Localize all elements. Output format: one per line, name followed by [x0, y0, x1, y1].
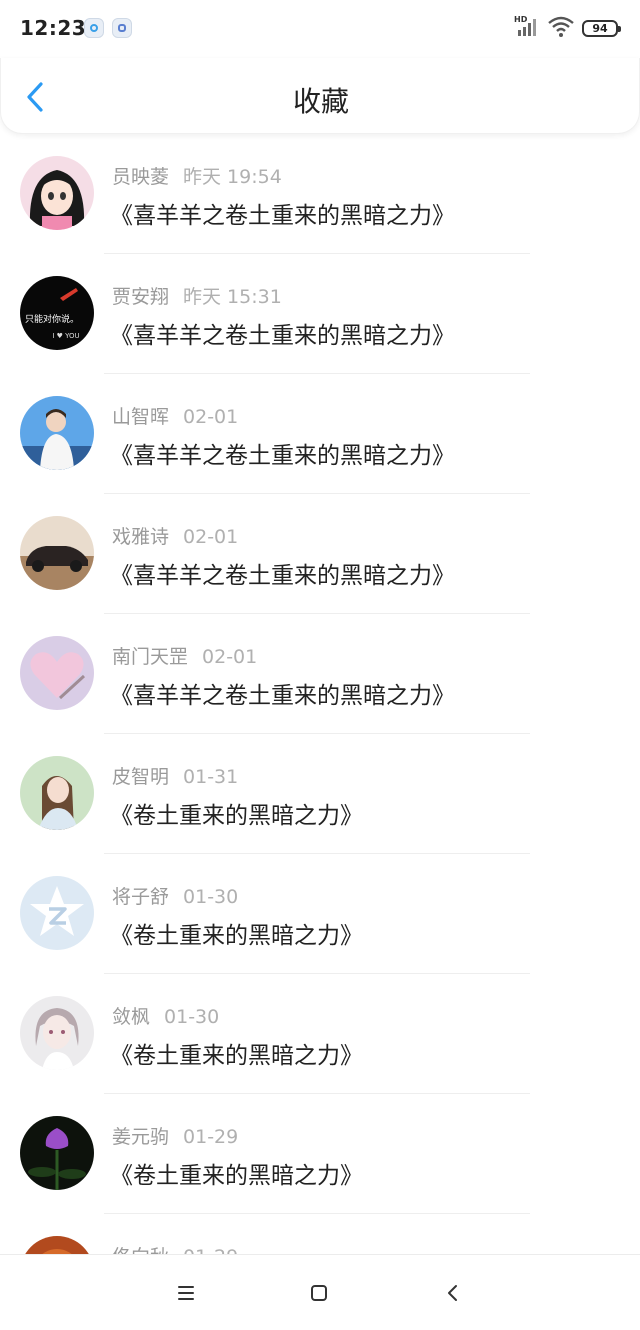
item-time: 昨天 19:54 — [183, 166, 282, 188]
item-title: 《卷土重来的黑暗之力》 — [110, 803, 363, 829]
item-title: 《喜羊羊之卷土重来的黑暗之力》 — [110, 323, 455, 349]
item-meta: 将子舒 01-30 — [112, 882, 238, 909]
list-item[interactable]: 员映菱 昨天 19:54 《喜羊羊之卷土重来的黑暗之力》 — [0, 134, 640, 254]
list-item[interactable]: 佟向秋 01-29 — [0, 1214, 640, 1254]
menu-icon[interactable] — [172, 1279, 200, 1307]
item-title: 《喜羊羊之卷土重来的黑暗之力》 — [110, 203, 455, 229]
page-title: 收藏 — [292, 85, 349, 118]
user-name: 贾安翔 — [112, 286, 170, 308]
user-name: 山智晖 — [112, 406, 170, 428]
list-item[interactable]: 敛枫 01-30 《卷土重来的黑暗之力》 — [0, 974, 640, 1094]
favorites-list: 员映菱 昨天 19:54 《喜羊羊之卷土重来的黑暗之力》 只能对你说。 I ♥ Y… — [0, 134, 640, 1254]
item-title: 《喜羊羊之卷土重来的黑暗之力》 — [110, 683, 455, 709]
default-star-avatar[interactable] — [20, 876, 94, 950]
purple-lotus-avatar[interactable] — [20, 1116, 94, 1190]
list-item[interactable]: 将子舒 01-30 《卷土重来的黑暗之力》 — [0, 854, 640, 974]
black-text-avatar[interactable]: 只能对你说。 I ♥ YOU — [20, 276, 94, 350]
item-time: 01-29 — [183, 1126, 239, 1148]
item-meta: 佟向秋 01-29 — [112, 1242, 238, 1254]
item-time: 01-29 — [183, 1246, 238, 1254]
item-time: 01-30 — [183, 886, 239, 908]
avatar-subtext: I ♥ YOU — [52, 332, 79, 340]
list-item[interactable]: 姜元驹 01-29 《卷土重来的黑暗之力》 — [0, 1094, 640, 1214]
user-name: 将子舒 — [112, 886, 170, 908]
user-name: 皮智明 — [112, 766, 170, 788]
list-item[interactable]: 只能对你说。 I ♥ YOU 贾安翔 昨天 15:31 《喜羊羊之卷土重来的黑暗之… — [0, 254, 640, 374]
signal-icon: HD — [514, 15, 538, 36]
item-meta: 戏雅诗 02-01 — [112, 522, 238, 549]
anime-boy-avatar[interactable] — [20, 996, 94, 1070]
item-time: 02-01 — [183, 526, 239, 548]
vintage-car-avatar[interactable] — [20, 516, 94, 590]
item-meta: 南门天罡 02-01 — [112, 642, 257, 669]
item-meta: 姜元驹 01-29 — [112, 1122, 238, 1149]
cloud-notification-icon — [112, 18, 132, 38]
item-meta: 敛枫 01-30 — [112, 1002, 219, 1029]
pink-heart-avatar[interactable] — [20, 636, 94, 710]
girl-portrait-avatar[interactable] — [20, 756, 94, 830]
item-time: 01-31 — [183, 766, 239, 788]
user-name: 姜元驹 — [112, 1126, 170, 1148]
list-item[interactable]: 山智晖 02-01 《喜羊羊之卷土重来的黑暗之力》 — [0, 374, 640, 494]
system-nav-bar — [0, 1254, 640, 1330]
item-title: 《卷土重来的黑暗之力》 — [110, 1043, 363, 1069]
item-time: 02-01 — [183, 406, 239, 428]
user-name: 敛枫 — [112, 1006, 151, 1028]
user-name: 南门天罡 — [112, 646, 189, 668]
item-title: 《卷土重来的黑暗之力》 — [110, 1163, 363, 1189]
app-header: 收藏 — [0, 58, 640, 134]
signal-badge: HD — [514, 15, 528, 24]
item-time: 昨天 15:31 — [183, 286, 282, 308]
app-notification-icon — [84, 18, 104, 38]
status-time: 12:23 — [20, 16, 87, 40]
orange-avatar[interactable] — [20, 1236, 94, 1254]
avatar-text: 只能对你说。 — [25, 313, 79, 325]
list-item[interactable]: 南门天罡 02-01 《喜羊羊之卷土重来的黑暗之力》 — [0, 614, 640, 734]
anime-girl-avatar[interactable] — [20, 156, 94, 230]
item-time: 02-01 — [202, 646, 258, 668]
item-meta: 员映菱 昨天 19:54 — [112, 162, 282, 189]
item-meta: 皮智明 01-31 — [112, 762, 238, 789]
list-item[interactable]: 皮智明 01-31 《卷土重来的黑暗之力》 — [0, 734, 640, 854]
wifi-icon — [548, 16, 574, 37]
item-time: 01-30 — [164, 1006, 220, 1028]
person-blue-sky-avatar[interactable] — [20, 396, 94, 470]
user-name: 戏雅诗 — [112, 526, 170, 548]
item-meta: 贾安翔 昨天 15:31 — [112, 282, 282, 309]
battery-indicator: 94 — [582, 20, 621, 37]
user-name: 员映菱 — [112, 166, 170, 188]
status-bar: 12:23 HD 94 — [0, 0, 640, 58]
home-square-icon[interactable] — [305, 1279, 333, 1307]
back-triangle-icon[interactable] — [439, 1279, 467, 1307]
item-meta: 山智晖 02-01 — [112, 402, 238, 429]
user-name: 佟向秋 — [112, 1246, 169, 1254]
item-title: 《喜羊羊之卷土重来的黑暗之力》 — [110, 563, 455, 589]
list-item[interactable]: 戏雅诗 02-01 《喜羊羊之卷土重来的黑暗之力》 — [0, 494, 640, 614]
item-title: 《卷土重来的黑暗之力》 — [110, 923, 363, 949]
item-title: 《喜羊羊之卷土重来的黑暗之力》 — [110, 443, 455, 469]
